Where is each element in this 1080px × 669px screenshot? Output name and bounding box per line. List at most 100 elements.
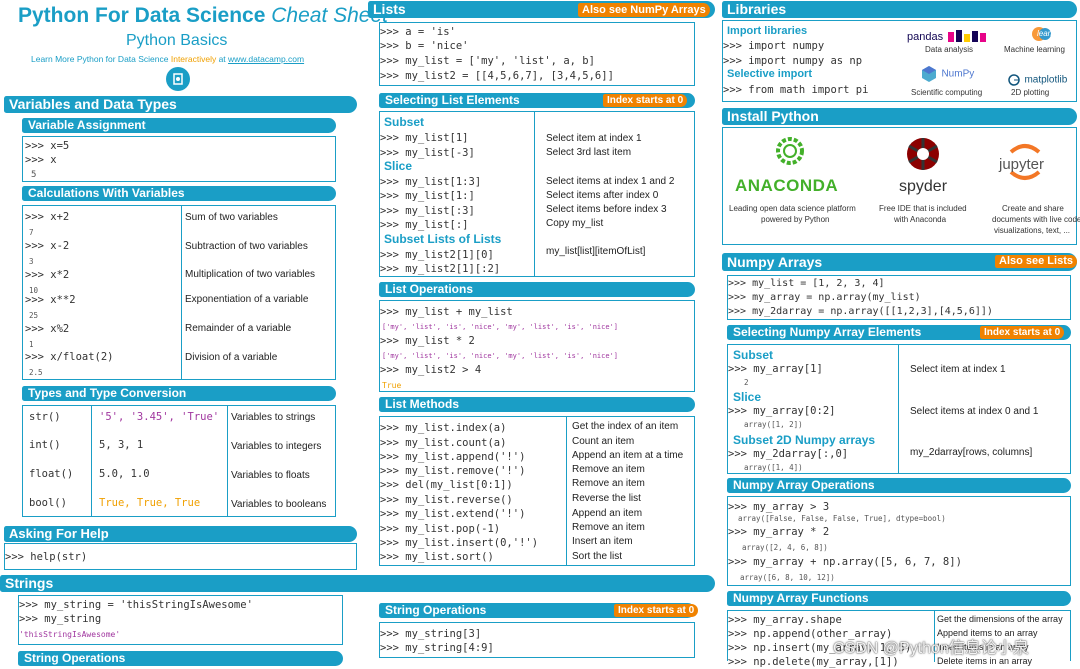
section-header-variables: Variables and Data Types xyxy=(4,96,357,113)
code-line: >>> x*2 xyxy=(25,269,70,281)
code-line: >>> my_array[1] xyxy=(728,363,823,375)
code-output: ['my', 'list', 'is', 'nice', 'my', 'list… xyxy=(382,323,619,331)
calculations-box: >>> x+2 7 Sum of two variables >>> x-2 3… xyxy=(22,205,336,380)
page-title: Python For Data Science Cheat Sheet xyxy=(18,4,389,27)
code-line: >>> my_string[4:9] xyxy=(380,642,494,654)
variable-assignment-box: >>> x=5 >>> x 5 xyxy=(22,136,336,182)
description: Sort the list xyxy=(572,551,623,562)
code-line: >>> x=5 xyxy=(25,140,70,152)
description: Select 3rd last item xyxy=(546,147,632,158)
code-line: >>> x+2 xyxy=(25,211,70,223)
description: Select items at index 1 and 2 xyxy=(546,176,675,187)
code-line: >>> a = 'is' xyxy=(380,26,456,38)
index-badge: Index starts at 0 xyxy=(603,94,688,107)
description: Remove an item xyxy=(572,464,645,475)
code-output: array([1, 4]) xyxy=(744,463,803,472)
description: Variables to strings xyxy=(231,412,316,423)
selecting-numpy-box: Subset >>> my_array[1] 2 Select item at … xyxy=(727,344,1071,474)
help-box: >>> help(str) xyxy=(4,543,357,570)
numpy-logo-icon: NumPy xyxy=(921,65,981,85)
code-line: >>> my_array[0:2] xyxy=(728,405,836,417)
code-output: 2 xyxy=(744,378,749,387)
code-values: True, True, True xyxy=(99,497,201,509)
description: Division of a variable xyxy=(185,352,278,363)
strings-box: >>> my_string = 'thisStringIsAwesome' >>… xyxy=(18,595,343,645)
code-output: array([1, 2]) xyxy=(744,420,803,429)
description: Subtraction of two variables xyxy=(185,241,308,252)
jupyter-name: jupyter xyxy=(999,156,1045,173)
selecting-list-box: Subset >>> my_list[1] Select item at ind… xyxy=(379,111,695,277)
code-line: >>> x/float(2) xyxy=(25,351,114,363)
install-caption: visualizations, text, ... xyxy=(994,226,1071,235)
description: Get the index of an item xyxy=(572,421,679,432)
code-line: >>> my_list2[1][0] xyxy=(380,249,494,261)
code-output: 5 xyxy=(31,170,37,180)
code-line: >>> my_array > 3 xyxy=(728,501,830,513)
code-line: >>> my_array * 2 xyxy=(728,526,830,538)
description: Remainder of a variable xyxy=(185,323,292,334)
datacamp-link[interactable]: www.datacamp.com xyxy=(228,54,304,64)
subsection-string-operations-left: String Operations xyxy=(18,651,343,666)
section-header-install: Install Python xyxy=(722,108,1077,125)
description: Append an item at a time xyxy=(572,450,684,461)
learn-more-line: Learn More Python for Data Science Inter… xyxy=(31,54,305,64)
code-line: >>> my_list.remove('!') xyxy=(380,465,526,477)
code-line: >>> my_list = ['my', 'list', a, b] xyxy=(380,55,595,67)
matplotlib-logo-icon: matplotlib xyxy=(1008,71,1068,86)
code-line: >>> my_array.shape xyxy=(728,614,842,626)
label-selective: Selective import xyxy=(727,68,812,80)
description: Variables to floats xyxy=(231,470,310,481)
label-slice: Slice xyxy=(384,159,413,173)
numpy-box: >>> my_list = [1, 2, 3, 4] >>> my_array … xyxy=(727,275,1071,320)
spyder-name: spyder xyxy=(899,178,948,195)
code-line: >>> my_list[-3] xyxy=(380,147,475,159)
description: Select item at index 1 xyxy=(546,133,642,144)
code-line: >>> my_list[:] xyxy=(380,219,469,231)
description: Remove an item xyxy=(572,522,645,533)
description: Variables to booleans xyxy=(231,499,327,510)
code-line: >>> x-2 xyxy=(25,240,70,252)
page-subtitle: Python Basics xyxy=(126,32,228,49)
numpy-operations-box: >>> my_array > 3 array([False, False, Fa… xyxy=(727,496,1071,586)
section-header-libraries: Libraries xyxy=(722,1,1077,18)
code-values: '5', '3.45', 'True' xyxy=(99,411,220,423)
code-line: >>> my_list * 2 xyxy=(380,335,475,347)
code-line: float() xyxy=(29,468,74,480)
list-operations-box: >>> my_list + my_list ['my', 'list', 'is… xyxy=(379,300,695,392)
code-line: >>> my_string xyxy=(19,613,102,625)
code-line: >>> help(str) xyxy=(5,551,88,563)
code-line: >>> my_list2 > 4 xyxy=(380,364,482,376)
code-line: >>> my_list.count(a) xyxy=(380,437,507,449)
code-output: 7 xyxy=(29,228,34,237)
description: Count an item xyxy=(572,436,635,447)
code-values: 5.0, 1.0 xyxy=(99,468,150,480)
code-line: >>> my_list[:3] xyxy=(380,205,475,217)
description: Sum of two variables xyxy=(185,212,278,223)
also-see-lists-badge[interactable]: Also see Lists xyxy=(995,255,1077,268)
code-output: 'thisStringIsAwesome' xyxy=(19,630,121,639)
pandas-logo-icon: pandas xyxy=(907,27,993,43)
column-divider xyxy=(91,406,92,516)
logo-caption: Machine learning xyxy=(1004,45,1065,54)
code-line: >>> my_2darray = np.array([[1,2,3],[4,5,… xyxy=(728,306,993,317)
code-line: >>> my_list = [1, 2, 3, 4] xyxy=(728,278,885,289)
code-output: array([6, 8, 10, 12]) xyxy=(740,573,835,582)
column-divider xyxy=(566,417,567,565)
types-box: str() '5', '3.45', 'True' Variables to s… xyxy=(22,405,336,517)
install-caption: Create and share xyxy=(1002,204,1064,213)
code-line: str() xyxy=(29,411,61,423)
anaconda-logo-icon xyxy=(775,136,805,166)
also-see-numpy-badge[interactable]: Also see NumPy Arrays xyxy=(578,3,710,17)
code-line: >>> import numpy xyxy=(723,40,825,52)
description: Multiplication of two variables xyxy=(185,269,316,280)
code-line: >>> import numpy as np xyxy=(723,55,863,67)
code-output: 3 xyxy=(29,257,34,266)
code-output: 2.5 xyxy=(29,368,43,377)
subsection-types: Types and Type Conversion xyxy=(22,386,336,401)
code-output: 1 xyxy=(29,340,34,349)
column-divider xyxy=(898,345,899,473)
code-output: ['my', 'list', 'is', 'nice', 'my', 'list… xyxy=(382,352,619,360)
code-line: >>> my_list2 = [[4,5,6,7], [3,4,5,6]] xyxy=(380,70,614,82)
code-line: >>> my_list.pop(-1) xyxy=(380,523,501,535)
label-import: Import libraries xyxy=(727,25,808,37)
